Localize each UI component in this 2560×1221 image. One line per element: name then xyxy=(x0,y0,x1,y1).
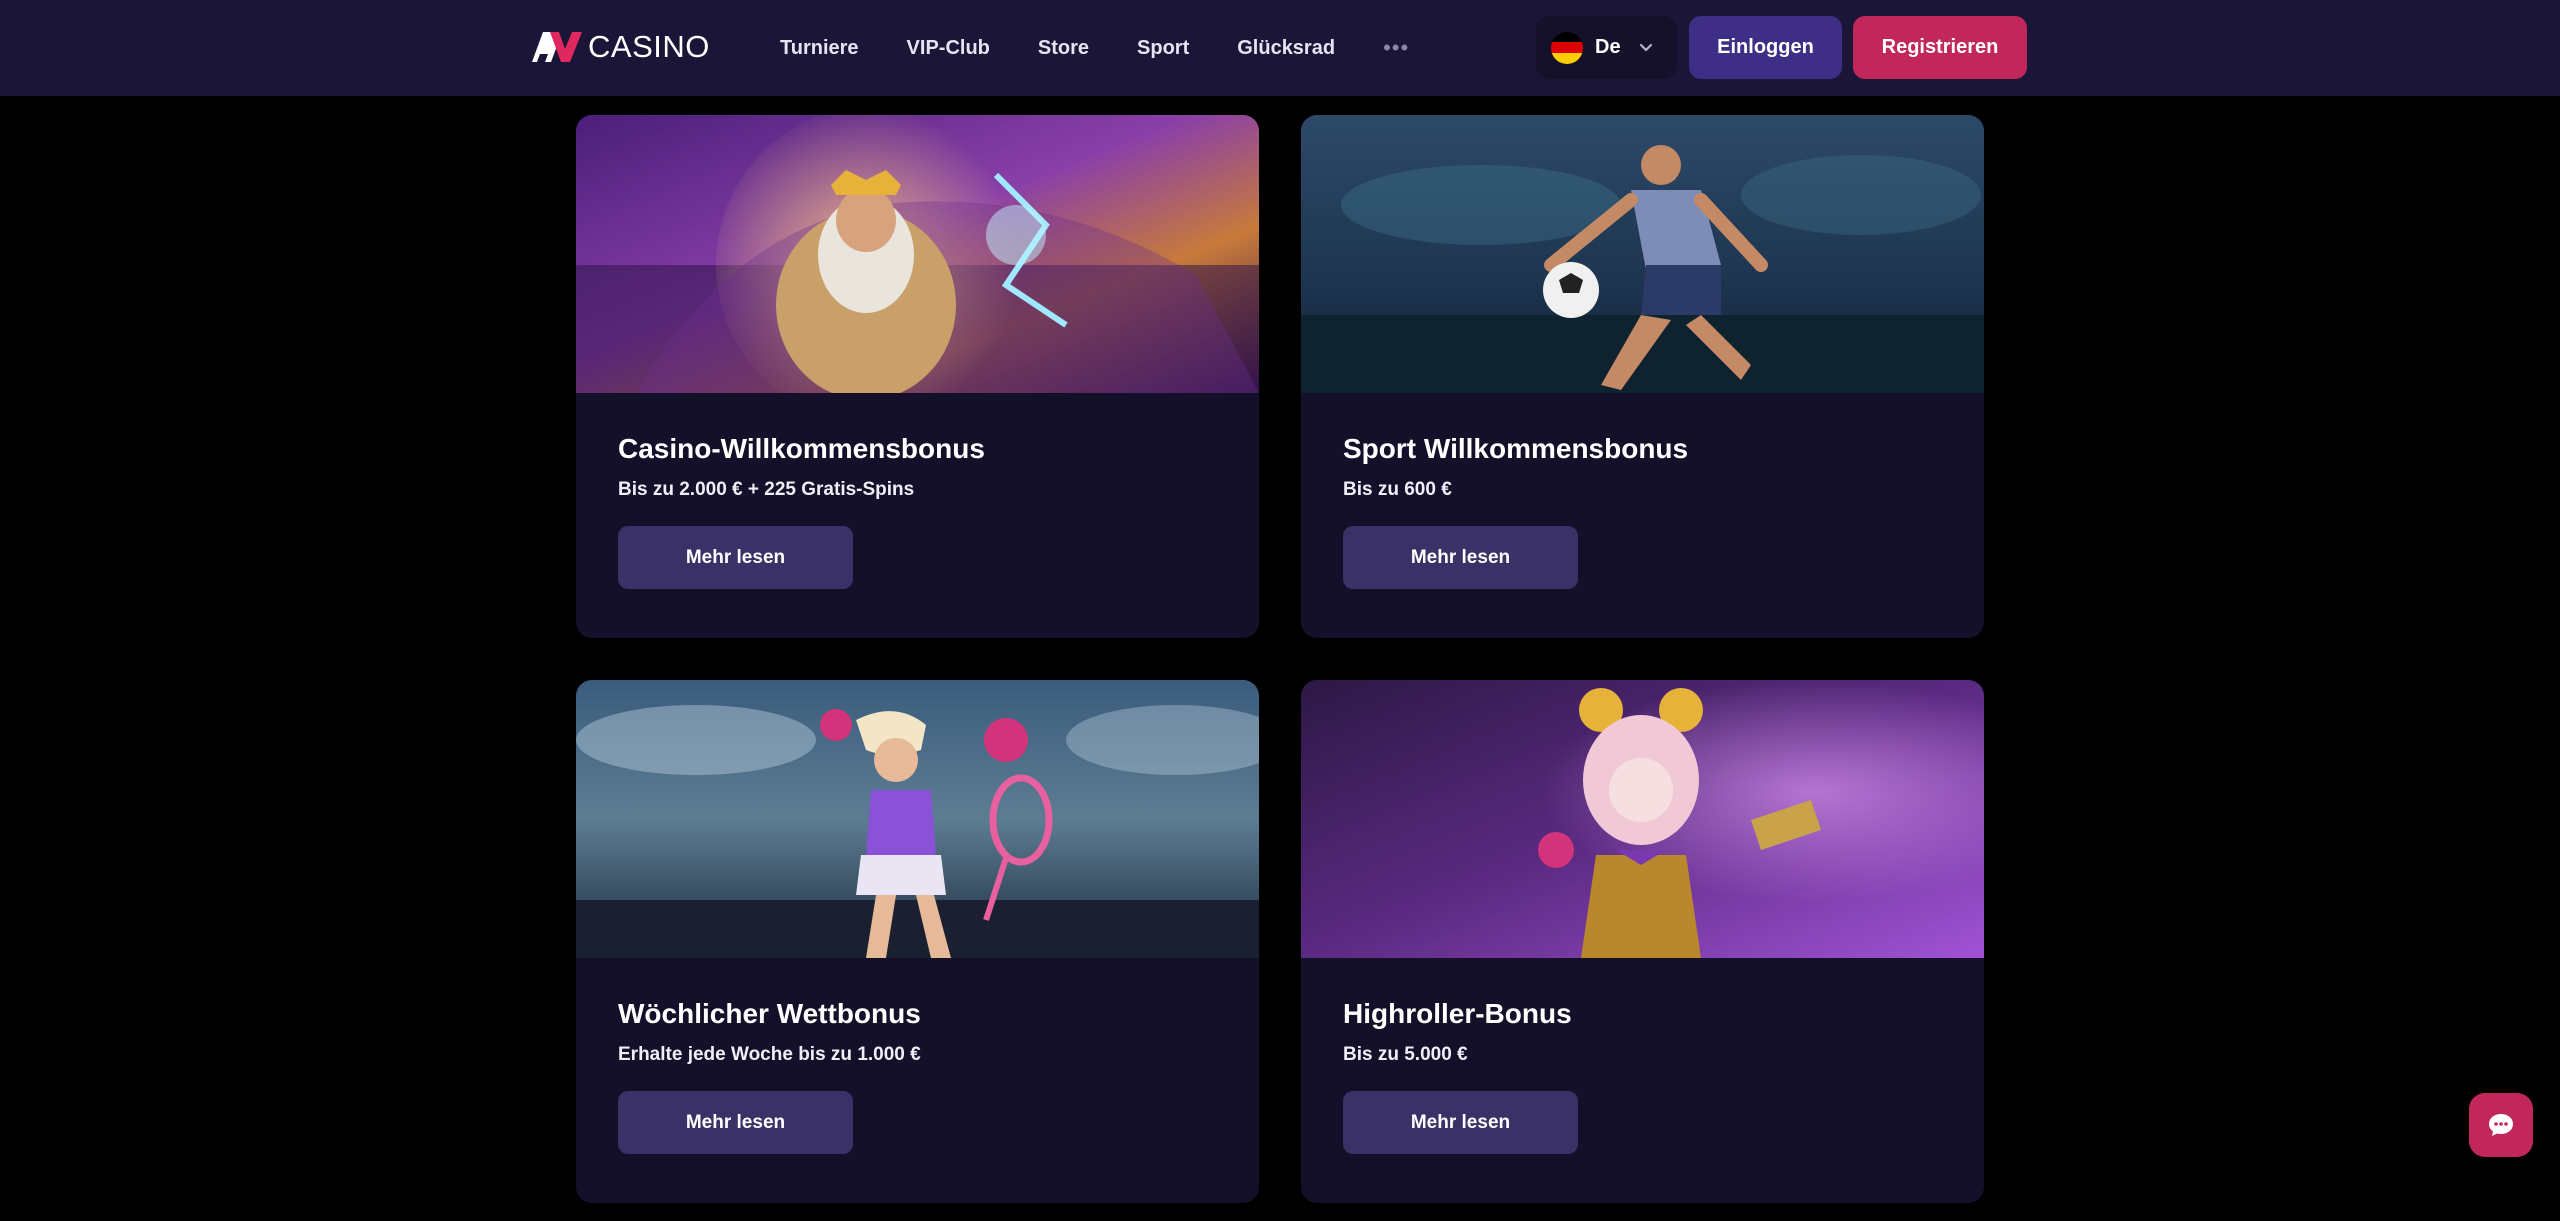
nav-item-turniere[interactable]: Turniere xyxy=(780,37,859,60)
read-more-button[interactable]: Mehr lesen xyxy=(618,526,853,589)
promo-card-highroller: Highroller-Bonus Bis zu 5.000 € Mehr les… xyxy=(1301,680,1984,1203)
card-subtitle: Bis zu 5.000 € xyxy=(1343,1044,1468,1065)
read-more-button[interactable]: Mehr lesen xyxy=(618,1091,853,1154)
nav-item-vip-club[interactable]: VIP-Club xyxy=(907,37,990,60)
card-subtitle: Erhalte jede Woche bis zu 1.000 € xyxy=(618,1044,921,1065)
login-button[interactable]: Einloggen xyxy=(1689,16,1842,79)
nav-item-gluecksrad[interactable]: Glücksrad xyxy=(1237,37,1335,60)
chat-button[interactable] xyxy=(2469,1093,2533,1157)
read-more-button[interactable]: Mehr lesen xyxy=(1343,526,1578,589)
read-more-button[interactable]: Mehr lesen xyxy=(1343,1091,1578,1154)
card-title: Casino-Willkommensbonus xyxy=(618,433,985,464)
register-button[interactable]: Registrieren xyxy=(1853,16,2027,79)
more-menu-icon[interactable]: ••• xyxy=(1383,35,1409,61)
chat-bubble-icon xyxy=(2489,1114,2513,1136)
main-nav: Turniere VIP-Club Store Sport Glücksrad … xyxy=(780,0,1409,96)
card-title: Wöchlicher Wettbonus xyxy=(618,998,921,1029)
logo-text: CASINO xyxy=(588,29,710,64)
promo-card-casino: Casino-Willkommensbonus Bis zu 2.000 € +… xyxy=(576,115,1259,638)
football-player-image xyxy=(1301,115,1984,393)
germany-flag-icon xyxy=(1551,31,1583,64)
card-subtitle: Bis zu 2.000 € + 225 Gratis-Spins xyxy=(618,479,915,500)
casino-logo[interactable]: CASINO xyxy=(532,28,710,66)
card-subtitle: Bis zu 600 € xyxy=(1343,479,1452,500)
language-selector[interactable]: De xyxy=(1536,16,1677,79)
language-label: De xyxy=(1595,36,1621,58)
av-logo-mark-icon xyxy=(532,32,582,62)
top-header: CASINO Turniere VIP-Club Store Sport Glü… xyxy=(0,0,2560,96)
zeus-casino-image xyxy=(576,115,1259,393)
nav-item-store[interactable]: Store xyxy=(1038,37,1089,60)
vip-jester-image xyxy=(1301,680,1984,958)
card-title: Highroller-Bonus xyxy=(1343,998,1572,1029)
promo-card-sport: Sport Willkommensbonus Bis zu 600 € Mehr… xyxy=(1301,115,1984,638)
card-title: Sport Willkommensbonus xyxy=(1343,433,1689,464)
promo-card-weekly-bet: Wöchlicher Wettbonus Erhalte jede Woche … xyxy=(576,680,1259,1203)
nav-item-sport[interactable]: Sport xyxy=(1137,37,1189,60)
chevron-down-icon xyxy=(1639,43,1652,51)
tennis-player-image xyxy=(576,680,1259,958)
